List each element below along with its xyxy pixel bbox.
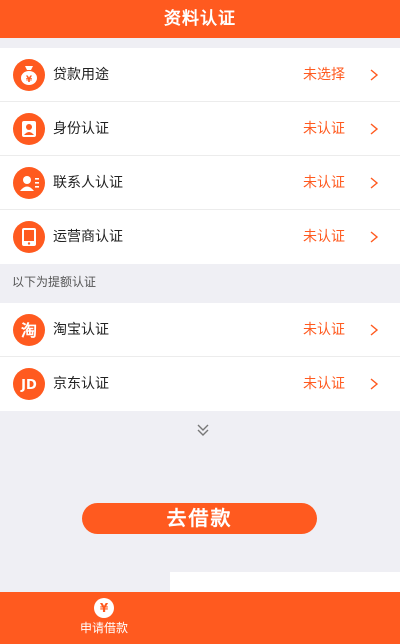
list-item-label: 贷款用途 xyxy=(53,67,109,83)
tab-apply-loan[interactable]: ¥ 申请借款 xyxy=(68,592,140,644)
svg-text:淘: 淘 xyxy=(21,321,37,340)
status-text: 未认证 xyxy=(303,175,345,191)
chevron-right-icon xyxy=(370,378,379,390)
status-text: 未认证 xyxy=(303,229,345,245)
page-title: 资料认证 xyxy=(0,0,400,38)
list-item-label: 身份认证 xyxy=(53,121,109,137)
yuan-circle-icon: ¥ xyxy=(94,598,114,618)
chevron-right-icon xyxy=(370,69,379,81)
chevron-right-icon xyxy=(370,123,379,135)
mobile-phone-icon xyxy=(13,221,45,253)
status-text: 未认证 xyxy=(303,121,345,137)
jd-logo-icon: JD xyxy=(13,368,45,400)
list-item-label: 淘宝认证 xyxy=(53,322,109,338)
status-text: 未选择 xyxy=(303,67,345,83)
list-item-label: 联系人认证 xyxy=(53,175,123,191)
list-item-label: 京东认证 xyxy=(53,376,109,392)
go-borrow-button[interactable]: 去借款 xyxy=(82,503,317,534)
required-auth-list: ¥ 贷款用途 未选择 身份认证 未认证 联系人认证 未认证 运营商认证 未认证 xyxy=(0,48,400,264)
taobao-logo-icon: 淘 xyxy=(13,314,45,346)
chevron-right-icon xyxy=(370,231,379,243)
status-text: 未认证 xyxy=(303,376,345,392)
svg-text:JD: JD xyxy=(20,378,37,393)
chevron-right-icon xyxy=(370,324,379,336)
chevron-right-icon xyxy=(370,177,379,189)
list-item-carrier[interactable]: 运营商认证 未认证 xyxy=(0,210,400,264)
bottom-divider-strip xyxy=(170,572,400,592)
list-item-identity[interactable]: 身份认证 未认证 xyxy=(0,102,400,156)
list-item-loan-purpose[interactable]: ¥ 贷款用途 未选择 xyxy=(0,48,400,102)
bottom-tab-bar: ¥ 申请借款 xyxy=(0,592,400,644)
limit-auth-list: 淘 淘宝认证 未认证 JD 京东认证 未认证 xyxy=(0,303,400,411)
contacts-icon xyxy=(13,167,45,199)
status-text: 未认证 xyxy=(303,322,345,338)
list-item-contacts[interactable]: 联系人认证 未认证 xyxy=(0,156,400,210)
list-item-taobao[interactable]: 淘 淘宝认证 未认证 xyxy=(0,303,400,357)
list-item-label: 运营商认证 xyxy=(53,229,123,245)
expand-more-icon[interactable] xyxy=(196,422,210,438)
section-header-limit-increase: 以下为提额认证 xyxy=(12,275,97,289)
svg-text:¥: ¥ xyxy=(26,75,33,85)
tab-label: 申请借款 xyxy=(79,621,128,635)
list-item-jd[interactable]: JD 京东认证 未认证 xyxy=(0,357,400,411)
person-id-icon xyxy=(13,113,45,145)
money-bag-icon: ¥ xyxy=(13,59,45,91)
